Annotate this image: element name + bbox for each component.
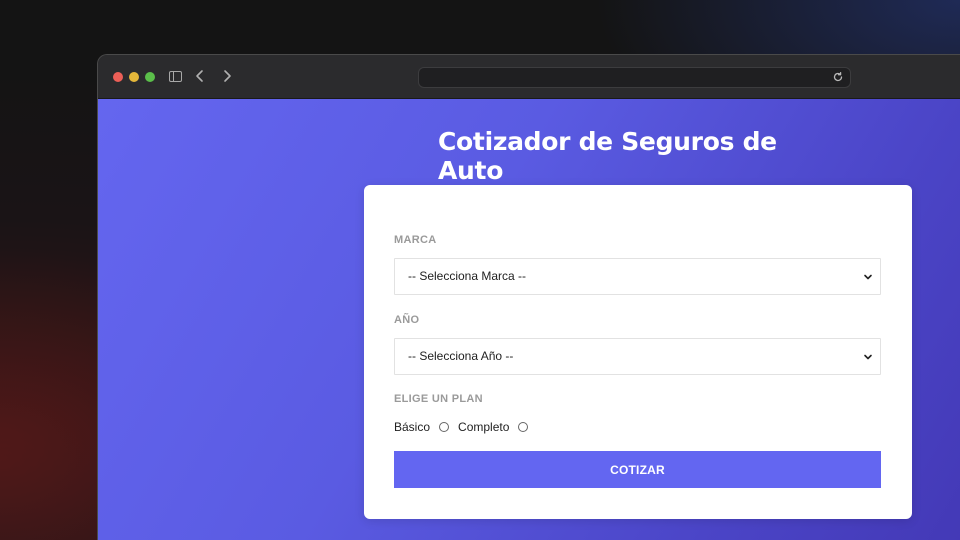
plan-radio-group: Básico Completo [394, 420, 537, 434]
marca-label: MARCA [394, 234, 437, 246]
browser-window: Cotizador de Seguros de Auto MARCA -- Se… [97, 54, 960, 540]
minimize-window-button[interactable] [129, 72, 139, 82]
sidebar-icon[interactable] [169, 71, 182, 82]
anio-label: AÑO [394, 314, 420, 326]
maximize-window-button[interactable] [145, 72, 155, 82]
window-controls [113, 72, 155, 82]
anio-select[interactable]: -- Selecciona Año -- [394, 338, 881, 375]
reload-icon[interactable] [831, 70, 845, 84]
close-window-button[interactable] [113, 72, 123, 82]
plan-label: ELIGE UN PLAN [394, 393, 483, 405]
address-bar[interactable] [418, 67, 851, 88]
marca-select-value: -- Selecciona Marca -- [408, 269, 527, 283]
marca-select[interactable]: -- Selecciona Marca -- [394, 258, 881, 295]
cotizar-button[interactable]: COTIZAR [394, 451, 881, 488]
plan-option-basico-label: Básico [394, 420, 431, 434]
plan-option-basico-radio[interactable] [439, 422, 450, 432]
anio-select-value: -- Selecciona Año -- [408, 349, 514, 363]
browser-titlebar [98, 55, 960, 99]
chevron-down-icon [862, 259, 874, 294]
quote-form-card: MARCA -- Selecciona Marca -- AÑO -- Sele… [364, 185, 912, 519]
chevron-left-icon[interactable] [192, 67, 208, 85]
plan-option-completo-label: Completo [458, 420, 510, 434]
plan-option-completo-radio[interactable] [518, 422, 529, 432]
page-viewport: Cotizador de Seguros de Auto MARCA -- Se… [98, 99, 960, 540]
page-title: Cotizador de Seguros de Auto [438, 127, 777, 185]
chevron-down-icon [862, 339, 874, 374]
chevron-right-icon[interactable] [219, 67, 235, 85]
